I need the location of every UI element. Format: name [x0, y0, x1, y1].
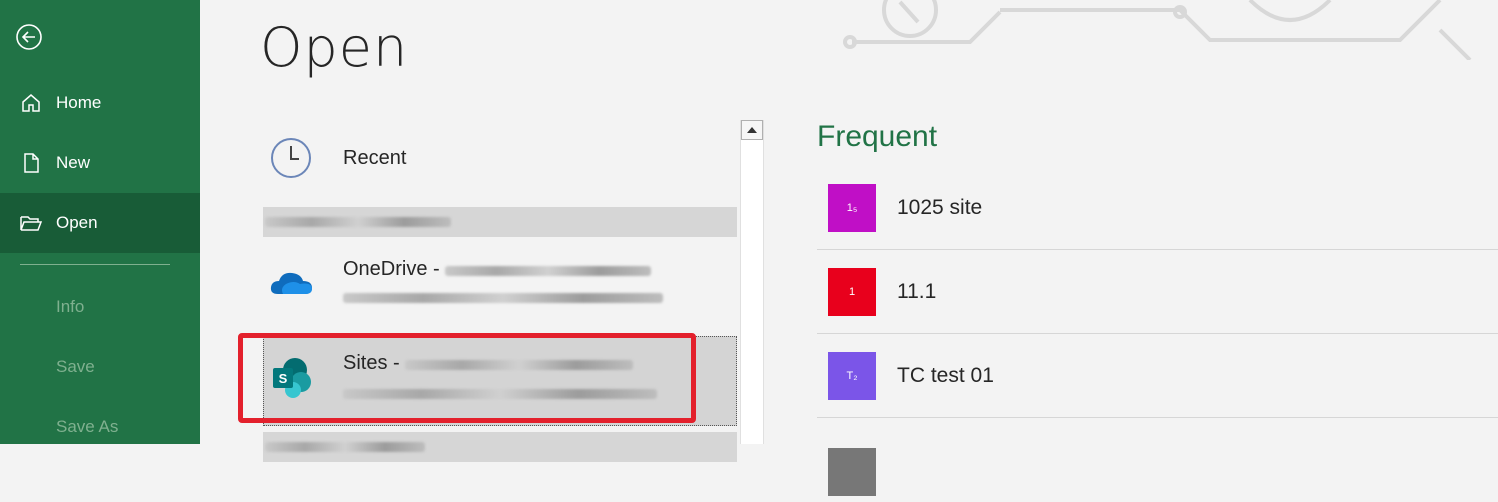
onedrive-cloud-icon — [263, 268, 319, 298]
nav-new-label: New — [56, 153, 91, 172]
clock-icon — [263, 136, 319, 180]
frequent-item[interactable] — [817, 418, 1498, 502]
open-pane: Open Recent OneDrive - S Sites - Frequen… — [200, 0, 1498, 496]
frequent-item[interactable]: 1₅ 1025 site — [817, 166, 1498, 250]
circuit-decoration — [843, 0, 1472, 60]
highlight-annotation — [238, 333, 696, 423]
backstage-sidebar: Home New Open Info Save Save As — [0, 0, 200, 444]
site-badge — [828, 448, 876, 496]
frequent-item-name: TC test 01 — [897, 363, 994, 387]
home-icon — [18, 90, 44, 116]
redacted-account-name — [265, 217, 451, 227]
scroll-up-arrow-icon[interactable] — [741, 120, 763, 140]
site-badge: T₂ — [828, 351, 876, 400]
redacted-onedrive-name — [445, 265, 652, 276]
frequent-item-name: 1025 site — [897, 195, 983, 219]
location-onedrive[interactable]: OneDrive - — [263, 258, 737, 307]
nav-home[interactable]: Home — [0, 73, 200, 133]
new-document-icon — [18, 150, 44, 176]
frequent-item-name: 11.1 — [897, 279, 937, 303]
location-recent-label: Recent — [343, 146, 407, 169]
nav-save[interactable]: Save — [0, 337, 200, 397]
location-onedrive-label: OneDrive - — [343, 258, 446, 280]
nav-save-label: Save — [56, 357, 95, 376]
nav-info-label: Info — [56, 297, 85, 316]
nav-open[interactable]: Open — [0, 193, 200, 253]
site-badge: 1 — [828, 267, 876, 316]
nav-new[interactable]: New — [0, 133, 200, 193]
site-badge: 1₅ — [828, 183, 876, 232]
open-folder-icon — [18, 210, 44, 236]
frequent-heading: Frequent — [817, 120, 938, 153]
redacted-onedrive-email — [343, 292, 663, 303]
nav-save-as-label: Save As — [56, 417, 119, 436]
frequent-item[interactable]: 1 11.1 — [817, 250, 1498, 334]
frequent-item[interactable]: T₂ TC test 01 — [817, 334, 1498, 418]
nav-divider — [20, 264, 170, 265]
nav-info[interactable]: Info — [0, 277, 200, 337]
group-header-account — [263, 207, 737, 237]
nav-open-label: Open — [56, 213, 98, 232]
nav-home-label: Home — [56, 93, 102, 112]
locations-scrollbar[interactable] — [740, 120, 764, 444]
page-title: Open — [260, 16, 409, 79]
location-recent[interactable]: Recent — [263, 136, 737, 180]
group-header-other — [263, 432, 737, 462]
nav-save-as[interactable]: Save As — [0, 397, 200, 457]
back-arrow-icon[interactable] — [14, 22, 44, 52]
